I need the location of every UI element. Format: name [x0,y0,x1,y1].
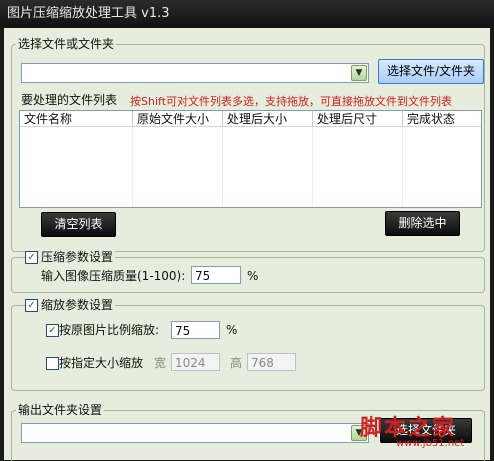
width-input[interactable]: 1024 [171,353,220,371]
column-header-original-size[interactable]: 原始文件大小 [133,111,223,127]
clear-list-button[interactable]: 清空列表 [41,212,116,237]
quality-input[interactable]: 75 [191,266,241,284]
scale-by-size-checkbox[interactable] [46,357,59,370]
column-divider [222,127,223,207]
output-group-label: 输出文件夹设置 [16,403,105,417]
compression-enable-checkbox[interactable]: ✓ [25,251,38,264]
file-list-hint: 按Shift可对文件列表多选，支持拖放，可直接拖放文件到文件列表 [130,95,453,108]
file-select-group-label: 选择文件或文件夹 [16,37,117,51]
column-header-processed-size[interactable]: 处理后大小 [223,111,313,127]
quality-unit: % [247,269,259,283]
width-label: 宽 [154,356,167,370]
scale-ratio-unit: % [226,323,238,337]
scaling-enable-checkbox[interactable]: ✓ [25,299,38,312]
site-watermark-url: www.jb51.net [396,438,465,449]
chevron-down-icon[interactable]: ▼ [351,65,367,81]
column-divider [132,127,133,207]
height-label: 高 [230,356,243,370]
scaling-group [11,305,485,391]
delete-selected-button[interactable]: 删除选中 [385,211,460,236]
scaling-group-label: 缩放参数设置 [39,298,116,312]
column-divider [312,127,313,207]
height-input[interactable]: 768 [247,353,296,371]
column-header-name[interactable]: 文件名称 [20,111,133,127]
scale-by-ratio-checkbox[interactable]: ✓ [46,324,59,337]
file-path-combo[interactable]: ▼ [21,63,369,83]
compression-group-label: 压缩参数设置 [39,250,116,264]
column-header-processed-dimensions[interactable]: 处理后尺寸 [313,111,403,127]
scale-by-size-label: 按指定大小缩放 [59,356,144,370]
file-list-table[interactable]: 文件名称 原始文件大小 处理后大小 处理后尺寸 完成状态 [19,110,482,208]
scale-by-ratio-label: 按原图片比例缩放: [59,323,160,337]
main-panel: 选择文件或文件夹 ▼ 选择文件/文件夹 要处理的文件列表 按Shift可对文件列… [4,28,490,461]
output-folder-combo[interactable]: ▼ [21,423,369,443]
window-title: 图片压缩缩放处理工具 v1.3 [7,6,170,21]
select-file-folder-button[interactable]: 选择文件/文件夹 [378,59,484,84]
column-header-status[interactable]: 完成状态 [403,111,481,127]
file-list-label: 要处理的文件列表 [21,93,118,107]
title-bar: 图片压缩缩放处理工具 v1.3 [0,0,494,28]
column-divider [402,127,403,207]
scale-ratio-input[interactable]: 75 [171,321,220,339]
quality-label: 输入图像压缩质量(1-100): [41,269,186,283]
